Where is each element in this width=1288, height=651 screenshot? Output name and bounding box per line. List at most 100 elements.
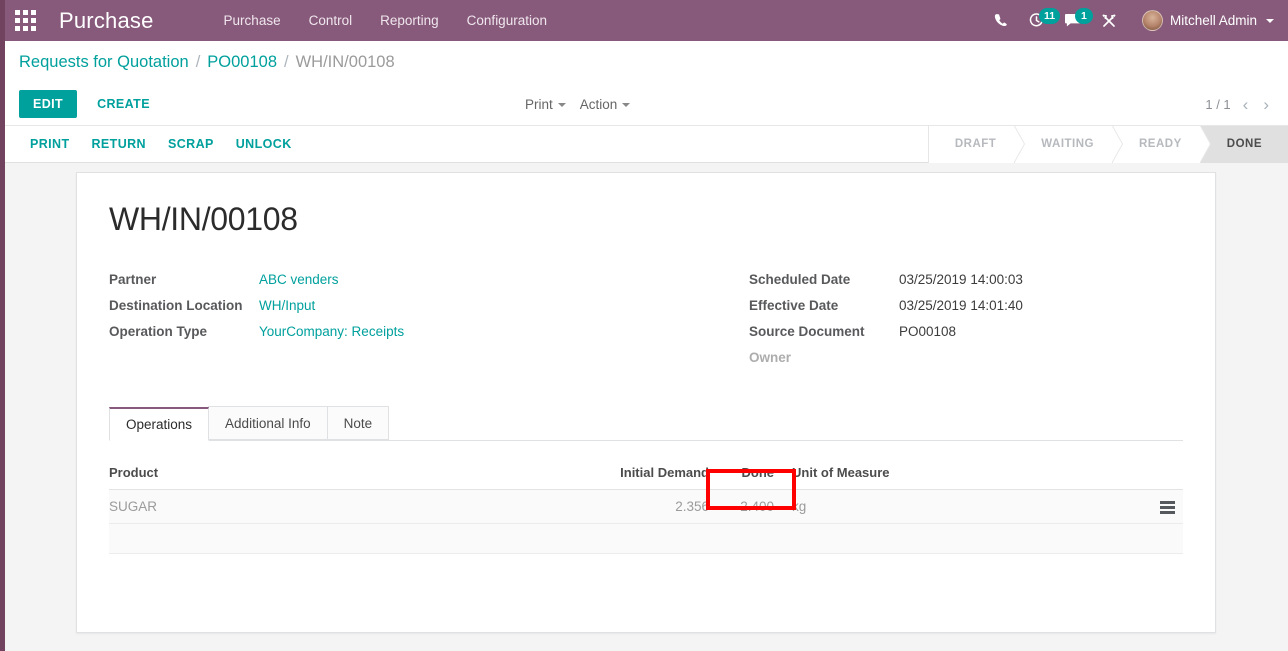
top-navbar: Purchase Purchase Control Reporting Conf… — [0, 0, 1288, 41]
status-stage-draft[interactable]: DRAFT — [927, 125, 1026, 163]
menu-item-purchase[interactable]: Purchase — [210, 2, 295, 39]
messages-count-badge: 1 — [1074, 7, 1093, 24]
print-dropdown[interactable]: Print — [525, 97, 566, 112]
column-header-done: Done — [719, 459, 784, 490]
navbar-right-tools: 11 1 Mitchell Admin — [984, 6, 1288, 36]
chevron-down-icon — [1266, 18, 1274, 23]
list-options-icon[interactable] — [1160, 500, 1175, 514]
status-stage-done[interactable]: DONE — [1199, 125, 1288, 163]
user-avatar — [1141, 10, 1163, 31]
table-header-row: Product Initial Demand Done Unit of Meas… — [109, 459, 1183, 490]
chevron-down-icon — [622, 102, 631, 107]
cell-empty-options — [1143, 523, 1183, 554]
form-right-column: Scheduled Date 03/25/2019 14:00:03 Effec… — [646, 272, 1183, 376]
notebook-tabs: Operations Additional Info Note — [109, 406, 1183, 441]
column-header-initial-demand: Initial Demand — [529, 459, 719, 490]
form-left-column: Partner ABC venders Destination Location… — [109, 272, 646, 376]
menu-item-configuration[interactable]: Configuration — [453, 2, 561, 39]
cell-empty-uom — [784, 523, 1143, 554]
field-partner: Partner ABC venders — [109, 272, 646, 287]
status-stage-waiting[interactable]: WAITING — [1014, 125, 1123, 163]
field-source-document: Source Document PO00108 — [749, 324, 1183, 339]
control-panel: EDIT CREATE Print Action 1 / 1 ‹ › — [5, 83, 1288, 126]
breadcrumb-separator: / — [195, 52, 201, 71]
cell-empty-product — [109, 523, 529, 554]
pager-previous-icon[interactable]: ‹ — [1240, 96, 1252, 113]
cell-initial-demand[interactable]: 2.356 — [529, 489, 719, 524]
cell-empty-done — [719, 523, 784, 554]
breadcrumb-parent-link[interactable]: PO00108 — [207, 53, 277, 72]
app-brand-title[interactable]: Purchase — [59, 8, 154, 34]
pager-count: 1 / 1 — [1205, 96, 1231, 112]
field-value-partner[interactable]: ABC venders — [259, 272, 339, 287]
field-label-destination-location: Destination Location — [109, 298, 243, 313]
pager-next-icon[interactable]: › — [1260, 96, 1272, 113]
field-value-source-document: PO00108 — [899, 324, 957, 339]
field-label-owner: Owner — [749, 350, 792, 365]
create-button[interactable]: CREATE — [87, 90, 160, 118]
field-destination-location: Destination Location WH/Input — [109, 298, 646, 313]
table-header: Product Initial Demand Done Unit of Meas… — [109, 459, 1183, 490]
column-header-options — [1143, 459, 1183, 490]
column-header-product: Product — [109, 459, 529, 490]
field-operation-type: Operation Type YourCompany: Receipts — [109, 324, 646, 339]
debug-tools-icon[interactable] — [1092, 6, 1126, 36]
field-label-partner: Partner — [109, 272, 157, 287]
page-background: WH/IN/00108 Partner ABC venders Destinat… — [5, 163, 1288, 651]
field-value-effective-date: 03/25/2019 14:01:40 — [899, 298, 1023, 313]
main-menu: Purchase Control Reporting Configuration — [210, 2, 561, 39]
scrap-button[interactable]: SCRAP — [157, 129, 225, 159]
activity-clock-icon[interactable]: 11 — [1020, 6, 1061, 36]
action-dropdown-label: Action — [579, 97, 618, 112]
breadcrumb-root-link[interactable]: Requests for Quotation — [19, 53, 189, 72]
apps-grid-icon[interactable] — [15, 9, 37, 32]
phone-icon[interactable] — [984, 6, 1018, 36]
control-panel-dropdowns: Print Action — [525, 83, 631, 126]
menu-item-reporting[interactable]: Reporting — [366, 2, 453, 39]
field-value-destination-location[interactable]: WH/Input — [259, 298, 315, 313]
field-label-scheduled-date: Scheduled Date — [749, 272, 851, 287]
tab-note[interactable]: Note — [326, 406, 390, 440]
cell-done-quantity[interactable]: 2.400 — [719, 489, 784, 524]
cell-unit-of-measure[interactable]: kg — [784, 489, 1143, 524]
page-title: WH/IN/00108 — [109, 201, 298, 237]
tab-operations[interactable]: Operations — [109, 407, 210, 441]
print-button[interactable]: PRINT — [19, 129, 81, 159]
breadcrumb: Requests for Quotation / PO00108 / WH/IN… — [5, 41, 1288, 83]
notebook: Operations Additional Info Note Product … — [109, 406, 1183, 554]
status-stage-ready[interactable]: READY — [1112, 125, 1211, 163]
record-pager: 1 / 1 ‹ › — [1205, 96, 1288, 113]
field-value-operation-type[interactable]: YourCompany: Receipts — [259, 324, 404, 339]
cell-product[interactable]: SUGAR — [109, 489, 529, 524]
breadcrumb-separator: / — [284, 52, 289, 71]
return-button[interactable]: RETURN — [81, 129, 157, 159]
form-fields: Partner ABC venders Destination Location… — [109, 272, 1183, 376]
status-pipeline: DRAFT WAITING READY DONE — [927, 125, 1288, 163]
unlock-button[interactable]: UNLOCK — [225, 129, 303, 159]
action-dropdown[interactable]: Action — [580, 97, 631, 112]
operations-lines-table: Product Initial Demand Done Unit of Meas… — [109, 459, 1183, 554]
field-effective-date: Effective Date 03/25/2019 14:01:40 — [749, 298, 1183, 313]
record-status-bar: PRINT RETURN SCRAP UNLOCK DRAFT WAITING … — [5, 125, 1288, 163]
edit-button[interactable]: EDIT — [19, 90, 78, 118]
column-header-unit-of-measure: Unit of Measure — [784, 459, 1143, 490]
form-card: WH/IN/00108 Partner ABC venders Destinat… — [76, 172, 1216, 633]
field-value-scheduled-date: 03/25/2019 14:00:03 — [899, 272, 1023, 287]
table-row[interactable]: SUGAR 2.356 2.400 kg — [109, 489, 1183, 524]
table-body: SUGAR 2.356 2.400 kg — [109, 489, 1183, 554]
table-empty-row[interactable] — [109, 523, 1183, 554]
cell-empty-initial-demand — [529, 523, 719, 554]
field-owner: Owner — [749, 350, 1183, 365]
breadcrumb-current: WH/IN/00108 — [295, 52, 395, 71]
field-label-effective-date: Effective Date — [749, 298, 839, 313]
print-dropdown-label: Print — [525, 97, 553, 112]
menu-item-control[interactable]: Control — [295, 2, 367, 39]
user-menu[interactable]: Mitchell Admin — [1140, 6, 1276, 35]
chevron-down-icon — [557, 102, 566, 107]
field-scheduled-date: Scheduled Date 03/25/2019 14:00:03 — [749, 272, 1183, 287]
messages-chat-icon[interactable]: 1 — [1056, 6, 1093, 36]
left-edge-strip — [0, 0, 5, 651]
field-label-operation-type: Operation Type — [109, 324, 208, 339]
tab-additional-info[interactable]: Additional Info — [208, 406, 328, 440]
cell-row-options — [1143, 489, 1183, 524]
